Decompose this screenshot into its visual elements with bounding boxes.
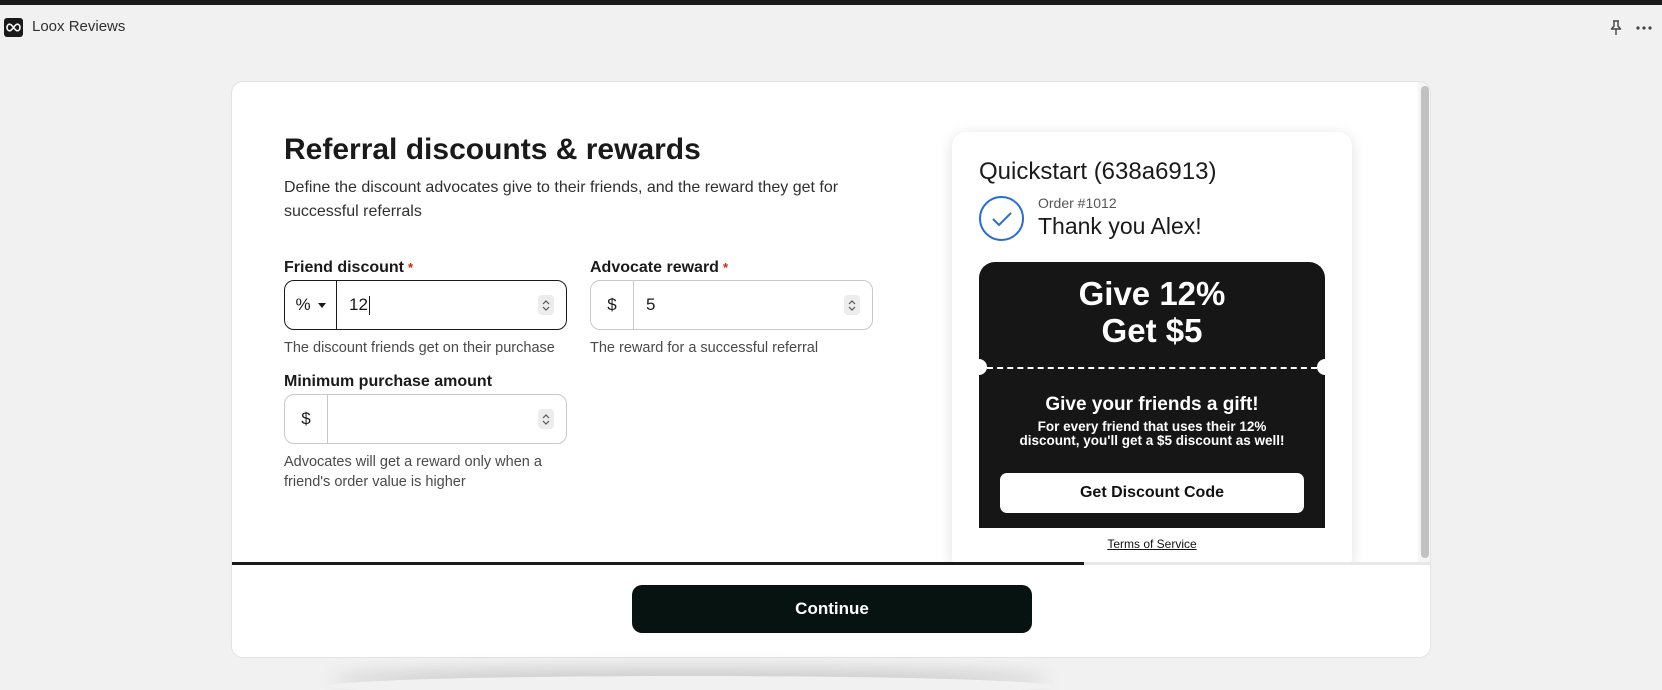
- checkmark-icon: [979, 196, 1024, 241]
- continue-button[interactable]: Continue: [632, 585, 1032, 633]
- advocate-reward-currency: $: [591, 281, 634, 329]
- friend-discount-field: % 12: [284, 280, 567, 330]
- friend-discount-input[interactable]: 12: [337, 281, 526, 329]
- friend-discount-help: The discount friends get on their purcha…: [284, 340, 555, 356]
- coupon-headline: Give 12% Get $5: [979, 275, 1325, 349]
- friend-discount-value: 12: [349, 295, 368, 314]
- discount-type-value: %: [295, 295, 311, 314]
- underlying-panel-shadow: [330, 676, 1050, 690]
- pin-icon[interactable]: [1607, 19, 1625, 37]
- currency-symbol: $: [607, 295, 617, 314]
- coupon-give-line: Give 12%: [1078, 275, 1226, 312]
- modal-footer: Continue: [232, 562, 1430, 657]
- coupon-notch-left: [971, 359, 987, 375]
- page-description: Define the discount advocates give to th…: [284, 179, 839, 220]
- advocate-reward-help: The reward for a successful referral: [590, 340, 819, 356]
- app-header: Loox Reviews: [0, 5, 1662, 49]
- stepper-arrows-icon: [538, 409, 554, 429]
- thank-you-page-preview: Quickstart (638a6913) Order #1012 Thank …: [952, 132, 1352, 562]
- more-options-icon[interactable]: [1634, 19, 1654, 37]
- minimum-purchase-field: $: [284, 394, 567, 444]
- minimum-purchase-currency: $: [285, 395, 328, 443]
- minimum-purchase-input[interactable]: [328, 395, 526, 443]
- coupon-notch-right: [1317, 359, 1333, 375]
- coupon-divider: [987, 367, 1317, 369]
- minimum-purchase-stepper[interactable]: [526, 395, 566, 443]
- discount-type-select[interactable]: %: [285, 281, 337, 329]
- get-discount-code-button[interactable]: Get Discount Code: [1000, 473, 1304, 513]
- chevron-down-icon: [317, 302, 326, 308]
- advocate-reward-input[interactable]: 5: [634, 281, 832, 329]
- advocate-reward-label: Advocate reward *: [590, 258, 728, 278]
- gift-description: For every friend that uses their 12% dis…: [1019, 419, 1285, 448]
- minimum-purchase-label: Minimum purchase amount: [284, 373, 493, 390]
- thank-you-message: Thank you Alex!: [1038, 213, 1202, 239]
- referral-coupon: Give 12% Get $5 Give your friends a gift…: [971, 262, 1333, 528]
- page-title: Referral discounts & rewards: [284, 133, 701, 166]
- advocate-reward-field: $ 5: [590, 280, 873, 330]
- friend-discount-stepper[interactable]: [526, 281, 566, 329]
- order-number: Order #1012: [1038, 195, 1117, 211]
- minimum-purchase-help: Advocates will get a reward only when a …: [284, 454, 542, 490]
- stepper-arrows-icon: [844, 295, 860, 315]
- modal-content: Referral discounts & rewards Define the …: [232, 82, 1418, 562]
- store-name: Quickstart (638a6913): [979, 158, 1217, 185]
- scrollbar-thumb[interactable]: [1421, 86, 1429, 558]
- scrollbar[interactable]: [1418, 82, 1430, 562]
- friend-discount-label-text: Friend discount: [284, 259, 404, 276]
- coupon-get-line: Get $5: [1101, 312, 1203, 349]
- infinity-logo-icon: [4, 18, 23, 37]
- stepper-arrows-icon: [538, 295, 554, 315]
- friend-discount-label: Friend discount *: [284, 258, 413, 278]
- required-asterisk: *: [408, 260, 414, 275]
- gift-title: Give your friends a gift!: [1045, 394, 1259, 415]
- terms-of-service-link[interactable]: Terms of Service: [952, 537, 1352, 551]
- setup-progress-fill: [232, 562, 1084, 565]
- advocate-reward-value: 5: [646, 295, 656, 314]
- text-cursor: [368, 295, 370, 315]
- referral-setup-modal: Referral discounts & rewards Define the …: [231, 81, 1431, 658]
- advocate-reward-label-text: Advocate reward: [590, 259, 719, 276]
- advocate-reward-stepper[interactable]: [832, 281, 872, 329]
- app-title: Loox Reviews: [32, 18, 126, 35]
- currency-symbol: $: [301, 409, 311, 428]
- required-asterisk: *: [722, 260, 728, 275]
- setup-progress-bar: [232, 562, 1430, 565]
